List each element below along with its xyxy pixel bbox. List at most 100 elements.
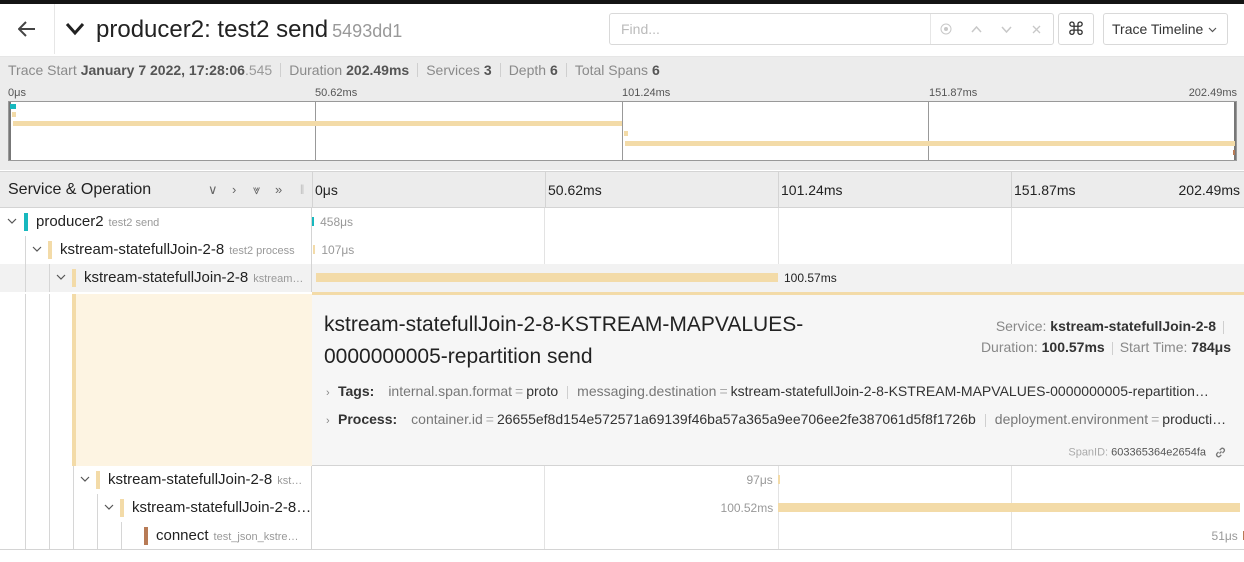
link-icon[interactable] (1214, 446, 1227, 459)
span-service: kstream-statefullJoin-2-8 kst… (108, 471, 302, 488)
trace-id: 5493dd1 (332, 21, 403, 41)
service-value: kstream-statefullJoin-2-8 (1050, 318, 1216, 334)
tag-key: internal.span.format (388, 383, 513, 399)
minimap-tick-label: 0μs (8, 87, 26, 99)
depth-label: Depth (508, 62, 547, 78)
span-bar[interactable] (313, 245, 316, 254)
tag-key: messaging.destination (577, 383, 717, 399)
expand-one-icon[interactable]: › (232, 182, 236, 197)
service-name: producer2 (36, 213, 104, 230)
service-name: kstream-statefullJoin-2-8 (60, 241, 225, 258)
span-duration-label: 51μs (1211, 529, 1238, 543)
locate-icon[interactable] (931, 14, 961, 44)
start-time-label: Start Time: (1119, 339, 1188, 355)
operation-name: test2 send (108, 217, 160, 229)
span-bar[interactable] (315, 273, 778, 282)
minimap-span (12, 112, 16, 117)
duration-value: 100.57ms (1041, 339, 1105, 355)
minimap-span (625, 141, 1235, 146)
timeline-tick-label: 101.24ms (781, 182, 843, 198)
operation-name: kstream… (253, 273, 304, 285)
find-box (609, 13, 1054, 45)
span-name-cell[interactable]: kstream-statefullJoin-2-8 test2 process (0, 236, 312, 264)
service-name: kstream-statefullJoin-2-8 (108, 471, 273, 488)
trace-duration: Duration 202.49ms (289, 62, 409, 78)
service-label: Service: (995, 318, 1047, 334)
chevron-down-icon[interactable] (104, 502, 114, 512)
trace-title[interactable]: producer2: test2 send 5493dd1 (96, 16, 402, 44)
resize-grip-icon[interactable]: || (300, 184, 304, 195)
trace-depth: Depth 6 (509, 62, 558, 78)
minimap-span (1233, 150, 1235, 155)
span-service: producer2 test2 send (36, 213, 159, 230)
operation-name: test2 process (229, 245, 295, 257)
span-bar[interactable] (777, 475, 780, 484)
span-row[interactable]: kstream-statefullJoin-2-8 test2 process (0, 236, 1244, 264)
minimap-span (10, 104, 16, 109)
span-detail-panel: kstream-statefullJoin-2-8-KSTREAM-MAPVAL… (312, 292, 1244, 466)
span-name-cell[interactable]: connect test_json_kstre… (0, 522, 312, 550)
span-name-cell[interactable]: kstream-statefullJoin-2-8 kst… (0, 466, 312, 494)
process-row[interactable]: › Process: container.id = 26655ef8d154e57257… (326, 411, 1231, 427)
chevron-down-icon[interactable] (56, 272, 66, 282)
chevron-down-icon[interactable] (7, 216, 17, 226)
span-duration-label: 97μs (746, 473, 773, 487)
span-duration-label: 107μs (321, 243, 355, 257)
operation-name: test_json_kstre… (213, 531, 299, 543)
start-time-value: 784μs (1191, 339, 1231, 355)
keyboard-shortcuts-button[interactable]: ⌘ (1058, 13, 1094, 45)
chevron-down-icon[interactable] (80, 474, 90, 484)
chevron-down-icon[interactable] (64, 20, 86, 38)
duration-label: Duration: (980, 339, 1038, 355)
chevron-down-icon[interactable] (991, 14, 1021, 44)
trace-start: Trace Start January 7 2022, 17:28:06.545 (8, 62, 272, 78)
collapse-all-icon[interactable]: ⩔ (253, 182, 260, 198)
span-service: connect test_json_kstre… (156, 527, 299, 544)
minimap-left-handle[interactable] (9, 102, 11, 160)
timeline-tick-label: 0μs (315, 182, 338, 198)
span-id-value: 603365364e2654fa (1111, 446, 1206, 459)
chevron-down-icon (1208, 27, 1217, 33)
span-bar[interactable] (778, 503, 1241, 512)
find-input[interactable] (610, 14, 930, 44)
tags-row[interactable]: › Tags: internal.span.format = proto messagin… (326, 383, 1231, 399)
back-button[interactable] (0, 4, 55, 54)
clear-icon[interactable] (1021, 14, 1051, 44)
tag-value: kstream-statefullJoin-2-8-KSTREAM-MAPVAL… (730, 383, 1209, 399)
chevron-right-icon[interactable]: › (326, 415, 336, 427)
span-bar[interactable] (312, 217, 315, 226)
span-duration-label: 458μs (320, 215, 354, 229)
trace-minimap[interactable]: 0μs 50.62ms 101.24ms 151.87ms 202.49ms (0, 83, 1244, 170)
span-service: kstream-statefullJoin-2-8… (132, 499, 311, 516)
span-name-cell[interactable]: producer2 test2 send (0, 208, 312, 236)
timeline-header: Service & Operation ∨ › ⩔ » || 0μs 50.62… (0, 171, 1244, 208)
span-name-cell[interactable]: kstream-statefullJoin-2-8… (0, 494, 312, 522)
process-key: deployment.environment (994, 411, 1149, 427)
service-name: connect (156, 527, 209, 544)
span-detail-timing: Duration: 100.57ms Start Time: 784μs (981, 339, 1231, 355)
minimap-tick-label: 202.49ms (1188, 87, 1237, 99)
span-row[interactable]: producer2 test2 send (0, 208, 1244, 236)
expand-all-icon[interactable]: » (275, 182, 282, 197)
span-id-label: SpanID: (1068, 446, 1109, 459)
chevron-up-icon[interactable] (961, 14, 991, 44)
span-row[interactable]: kstream-statefullJoin-2-8 kst… (0, 466, 1244, 494)
span-name-cell[interactable]: kstream-statefullJoin-2-8 kstream… (0, 264, 312, 292)
view-select[interactable]: Trace Timeline (1103, 13, 1228, 45)
minimap-canvas[interactable] (8, 101, 1237, 161)
service-color-marker (144, 527, 148, 545)
total-spans-label: Total Spans (574, 62, 649, 78)
span-id: SpanID: 603365364e2654fa (1068, 446, 1227, 459)
chevron-right-icon[interactable]: › (326, 387, 336, 399)
span-detail-title: kstream-statefullJoin-2-8-KSTREAM-MAPVAL… (324, 313, 804, 368)
chevron-down-icon[interactable] (32, 244, 42, 254)
arrow-left-icon (18, 21, 35, 37)
service-color-marker (96, 471, 100, 489)
collapse-one-icon[interactable]: ∨ (208, 182, 218, 198)
span-row[interactable]: connect test_json_kstre… (0, 522, 1244, 550)
minimap-tick-label: 151.87ms (929, 87, 978, 99)
trace-total-spans: Total Spans 6 (575, 62, 660, 78)
find-tools (930, 14, 1051, 44)
timeline-tick-label: 151.87ms (1014, 182, 1076, 198)
minimap-span (624, 131, 628, 136)
